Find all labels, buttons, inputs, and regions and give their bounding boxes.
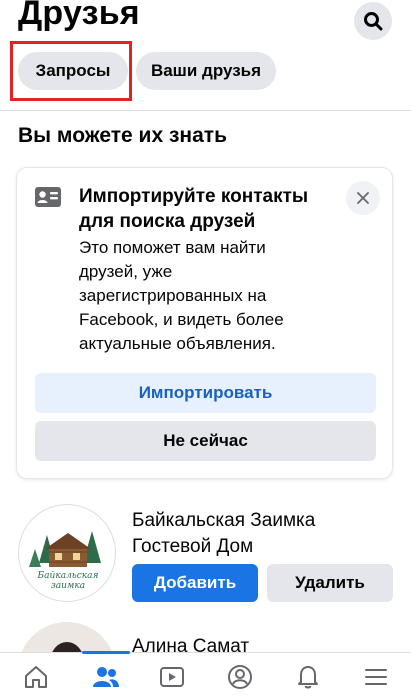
page-title: Друзья xyxy=(18,0,140,32)
remove-button[interactable]: Удалить xyxy=(267,564,393,602)
home-icon xyxy=(25,666,47,688)
card-description: Это поможет вам найти друзей, уже зареги… xyxy=(79,236,329,356)
profile-icon xyxy=(228,665,252,689)
header: Друзья xyxy=(0,0,411,44)
search-icon xyxy=(364,12,383,31)
tab-profile[interactable] xyxy=(206,653,274,700)
contact-card-icon xyxy=(35,187,61,207)
card-description-line: Facebook, и видеть более xyxy=(79,310,284,329)
avatar[interactable]: Байкальская заимка xyxy=(18,504,116,602)
avatar-logo-text: заимка xyxy=(51,581,85,591)
tab-friends[interactable] xyxy=(72,653,140,700)
bell-icon xyxy=(298,666,318,689)
filter-chips: Запросы Ваши друзья xyxy=(0,41,411,104)
tab-notifications[interactable] xyxy=(274,653,342,700)
search-button[interactable] xyxy=(354,2,392,40)
friends-icon xyxy=(93,667,119,687)
tab-menu[interactable] xyxy=(342,653,410,700)
card-description-line: друзей, уже xyxy=(79,262,173,281)
section-title: Вы можете их знать xyxy=(18,124,227,147)
person-name-line: Гостевой Дом xyxy=(132,536,254,557)
bottom-tab-bar xyxy=(0,651,411,700)
import-contacts-card: Импортируйте контакты для поиска друзей … xyxy=(17,168,392,478)
import-button[interactable]: Импортировать xyxy=(35,373,376,413)
not-now-button[interactable]: Не сейчас xyxy=(35,421,376,461)
video-icon xyxy=(160,667,184,687)
close-card-button[interactable] xyxy=(346,181,380,215)
person-name[interactable]: Байкальская Заимка Гостевой Дом xyxy=(132,508,382,560)
card-title-line: для поиска друзей xyxy=(79,211,256,232)
divider xyxy=(0,110,411,111)
close-icon xyxy=(357,192,369,204)
menu-icon xyxy=(365,669,387,685)
chip-your-friends[interactable]: Ваши друзья xyxy=(136,52,276,90)
card-description-line: Это поможет вам найти xyxy=(79,238,266,257)
card-title-line: Импортируйте контакты xyxy=(79,186,309,207)
suggestion-item: Байкальская заимка Байкальская Заимка Го… xyxy=(0,500,411,610)
cabin-logo-icon: Байкальская заимка xyxy=(29,531,101,591)
avatar-logo-text: Байкальская xyxy=(37,571,99,581)
card-description-line: актуальные объявления. xyxy=(79,334,276,353)
tab-home[interactable] xyxy=(2,653,70,700)
tab-watch[interactable] xyxy=(138,653,206,700)
add-friend-button[interactable]: Добавить xyxy=(132,564,258,602)
card-description-line: зарегистрированных на xyxy=(79,286,267,305)
card-title: Импортируйте контакты для поиска друзей xyxy=(79,184,349,234)
highlight-annotation-box xyxy=(10,41,132,101)
person-name-line: Байкальская Заимка xyxy=(132,510,316,531)
